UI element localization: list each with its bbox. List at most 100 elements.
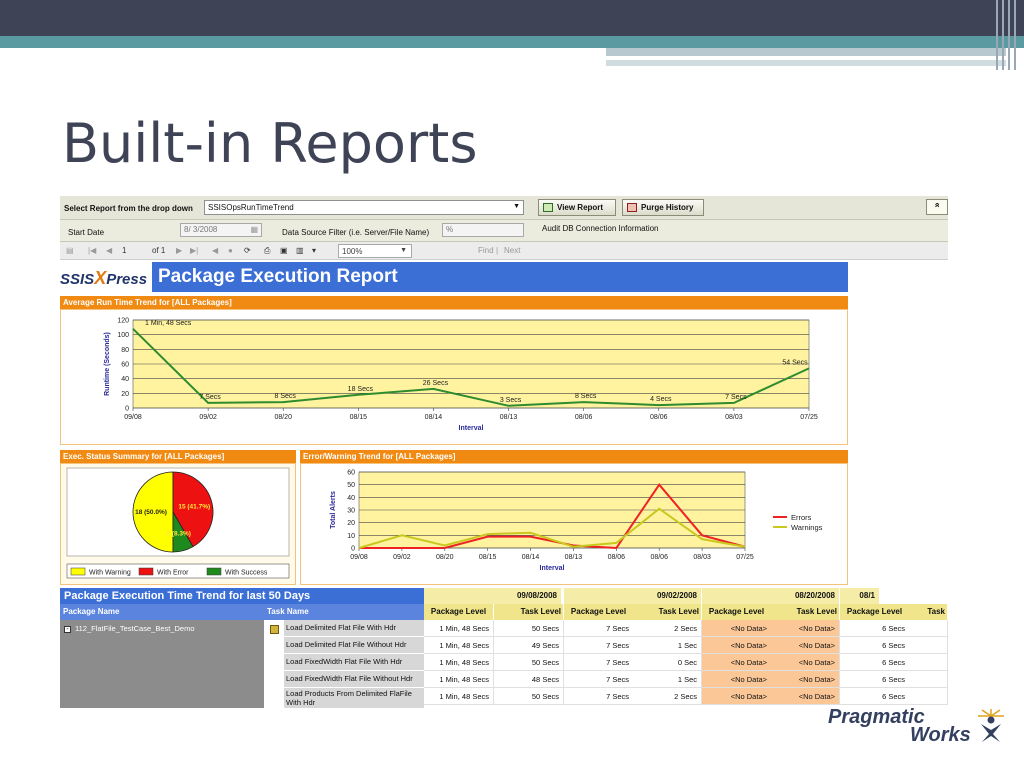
- level-column-header: Task Level: [770, 604, 840, 620]
- find-link[interactable]: Find: [478, 246, 494, 255]
- last-page-icon[interactable]: ▶|: [190, 246, 198, 255]
- y-tick-label: 20: [347, 520, 355, 527]
- view-report-label: View Report: [557, 203, 604, 212]
- chevron-down-icon[interactable]: ▼: [513, 203, 520, 210]
- table-cell: [908, 637, 948, 654]
- data-source-filter-input[interactable]: %: [442, 223, 524, 237]
- slide: Built-in Reports Select Report from the …: [0, 0, 1024, 768]
- table-cell: 6 Secs: [840, 671, 910, 688]
- y-tick-label: 10: [347, 533, 355, 540]
- data-label: 26 Secs: [423, 380, 449, 387]
- section-header-error-warning: Error/Warning Trend for [ALL Packages]: [300, 450, 848, 463]
- print-layout-icon[interactable]: ▣: [280, 246, 288, 255]
- collapse-toggle-icon[interactable]: -: [64, 626, 71, 633]
- chevron-down-icon[interactable]: ▼: [400, 247, 407, 254]
- task-name-cell: Load Delimited Flat File With Hdr: [284, 620, 424, 637]
- x-axis-title: Interval: [540, 565, 565, 572]
- table-cell: <No Data>: [770, 620, 840, 637]
- level-column-header: Package Level: [564, 604, 634, 620]
- table-cell: 6 Secs: [840, 688, 910, 705]
- x-tick-label: 08/20: [436, 554, 454, 561]
- table-cell: 0 Sec: [632, 654, 702, 671]
- x-tick-label: 08/06: [608, 554, 626, 561]
- first-page-icon[interactable]: |◀: [88, 246, 96, 255]
- table-title: Package Execution Time Trend for last 50…: [60, 588, 424, 604]
- report-select[interactable]: SSISOpsRunTimeTrend ▼: [204, 200, 524, 215]
- alerts-chart-panel: 0 10 20 30 40 50 60 09/08 09/02 08/20 08/15 08/14 08…: [300, 463, 848, 585]
- page-count: of 1: [152, 246, 166, 255]
- legend-label: With Warning: [89, 570, 131, 577]
- refresh-icon[interactable]: ⟳: [244, 246, 251, 255]
- slide-title: Built-in Reports: [62, 112, 478, 175]
- report-viewer: Select Report from the drop down SSISOps…: [60, 196, 948, 708]
- legend-swatch: [70, 567, 86, 576]
- x-tick-label: 09/02: [393, 554, 411, 561]
- print-icon[interactable]: ⎙: [264, 246, 270, 256]
- select-report-label: Select Report from the drop down: [64, 204, 193, 213]
- table-cell: <No Data>: [702, 688, 772, 705]
- x-tick-label: 09/08: [350, 554, 368, 561]
- x-tick-label: 08/03: [725, 414, 743, 421]
- x-tick-label: 08/15: [350, 414, 368, 421]
- back-icon[interactable]: ◀: [212, 246, 218, 255]
- pie-data-label: 18 (50.0%): [135, 509, 167, 516]
- page-setup-icon[interactable]: ▥: [296, 246, 304, 255]
- zoom-select[interactable]: 100% ▼: [338, 244, 412, 258]
- table-cell: 2 Secs: [632, 688, 702, 705]
- legend-swatch: [138, 567, 154, 576]
- purge-history-button[interactable]: Purge History: [622, 199, 704, 216]
- table-cell: 1 Sec: [632, 637, 702, 654]
- current-page-input[interactable]: 1: [122, 246, 126, 255]
- alerts-trend-chart: 0 10 20 30 40 50 60 09/08 09/02 08/20 08/15 08/14 08…: [330, 470, 823, 573]
- data-label: 8 Secs: [275, 393, 297, 400]
- document-map-icon[interactable]: ▤: [66, 246, 74, 255]
- purge-history-label: Purge History: [641, 203, 694, 212]
- table-cell: 7 Secs: [564, 620, 634, 637]
- table-cell: 6 Secs: [840, 654, 910, 671]
- y-axis-title: Total Alerts: [330, 491, 337, 529]
- table-cell: 1 Min, 48 Secs: [424, 671, 494, 688]
- data-label: 3 Secs: [500, 397, 522, 404]
- next-page-icon[interactable]: ▶: [176, 246, 182, 255]
- logo-word-2: Press: [106, 271, 148, 288]
- level-column-header: Package Level: [840, 604, 910, 620]
- previous-page-icon[interactable]: ◀: [106, 246, 112, 255]
- data-source-filter-value: %: [446, 225, 454, 234]
- table-cell: <No Data>: [770, 688, 840, 705]
- table-cell: <No Data>: [770, 671, 840, 688]
- purge-icon: [627, 203, 637, 212]
- view-report-button[interactable]: View Report: [538, 199, 616, 216]
- runtime-trend-chart: 0 20 40 60 80 100 120 09/08 09/02 08/20 08/15 08/14…: [104, 318, 818, 433]
- table-cell: 6 Secs: [840, 620, 910, 637]
- table-cell: 1 Min, 48 Secs: [424, 637, 494, 654]
- table-cell: 7 Secs: [564, 637, 634, 654]
- calendar-icon[interactable]: ▦: [250, 225, 258, 234]
- data-label: 8 Secs: [575, 393, 597, 400]
- data-label: 7 Secs: [725, 394, 747, 401]
- next-link[interactable]: Next: [504, 246, 520, 255]
- start-date-input[interactable]: 8/ 3/2008 ▦: [180, 223, 262, 237]
- task-icon-column: [264, 620, 284, 708]
- x-tick-label: 08/14: [522, 554, 540, 561]
- start-date-label: Start Date: [68, 228, 105, 237]
- task-name-cell: Load FixedWidth Flat File Without Hdr: [284, 671, 424, 688]
- x-tick-label: 08/06: [575, 414, 593, 421]
- table-cell: [908, 654, 948, 671]
- table-cell: 6 Secs: [840, 637, 910, 654]
- export-icon[interactable]: ▾: [312, 246, 316, 255]
- level-column-header: Task: [908, 604, 948, 620]
- table-cell: 48 Secs: [494, 671, 564, 688]
- task-icon: [270, 625, 279, 634]
- stop-icon[interactable]: ●: [228, 246, 233, 255]
- data-label: 1 Min, 48 Secs: [145, 320, 192, 327]
- report-select-value: SSISOpsRunTimeTrend: [208, 203, 294, 212]
- accent-line: [606, 60, 1006, 66]
- collapse-params-button[interactable]: »: [926, 199, 948, 215]
- y-tick-label: 30: [347, 508, 355, 515]
- parameter-bar-secondary: Start Date 8/ 3/2008 ▦ Data Source Filte…: [60, 220, 948, 242]
- pie-data-label: 15 (41.7%): [178, 503, 210, 510]
- date-column-header: 09/02/2008: [564, 588, 702, 604]
- table-cell: [908, 688, 948, 705]
- report-header: SSISXPress Package Execution Report: [60, 262, 848, 292]
- table-cell: 49 Secs: [494, 637, 564, 654]
